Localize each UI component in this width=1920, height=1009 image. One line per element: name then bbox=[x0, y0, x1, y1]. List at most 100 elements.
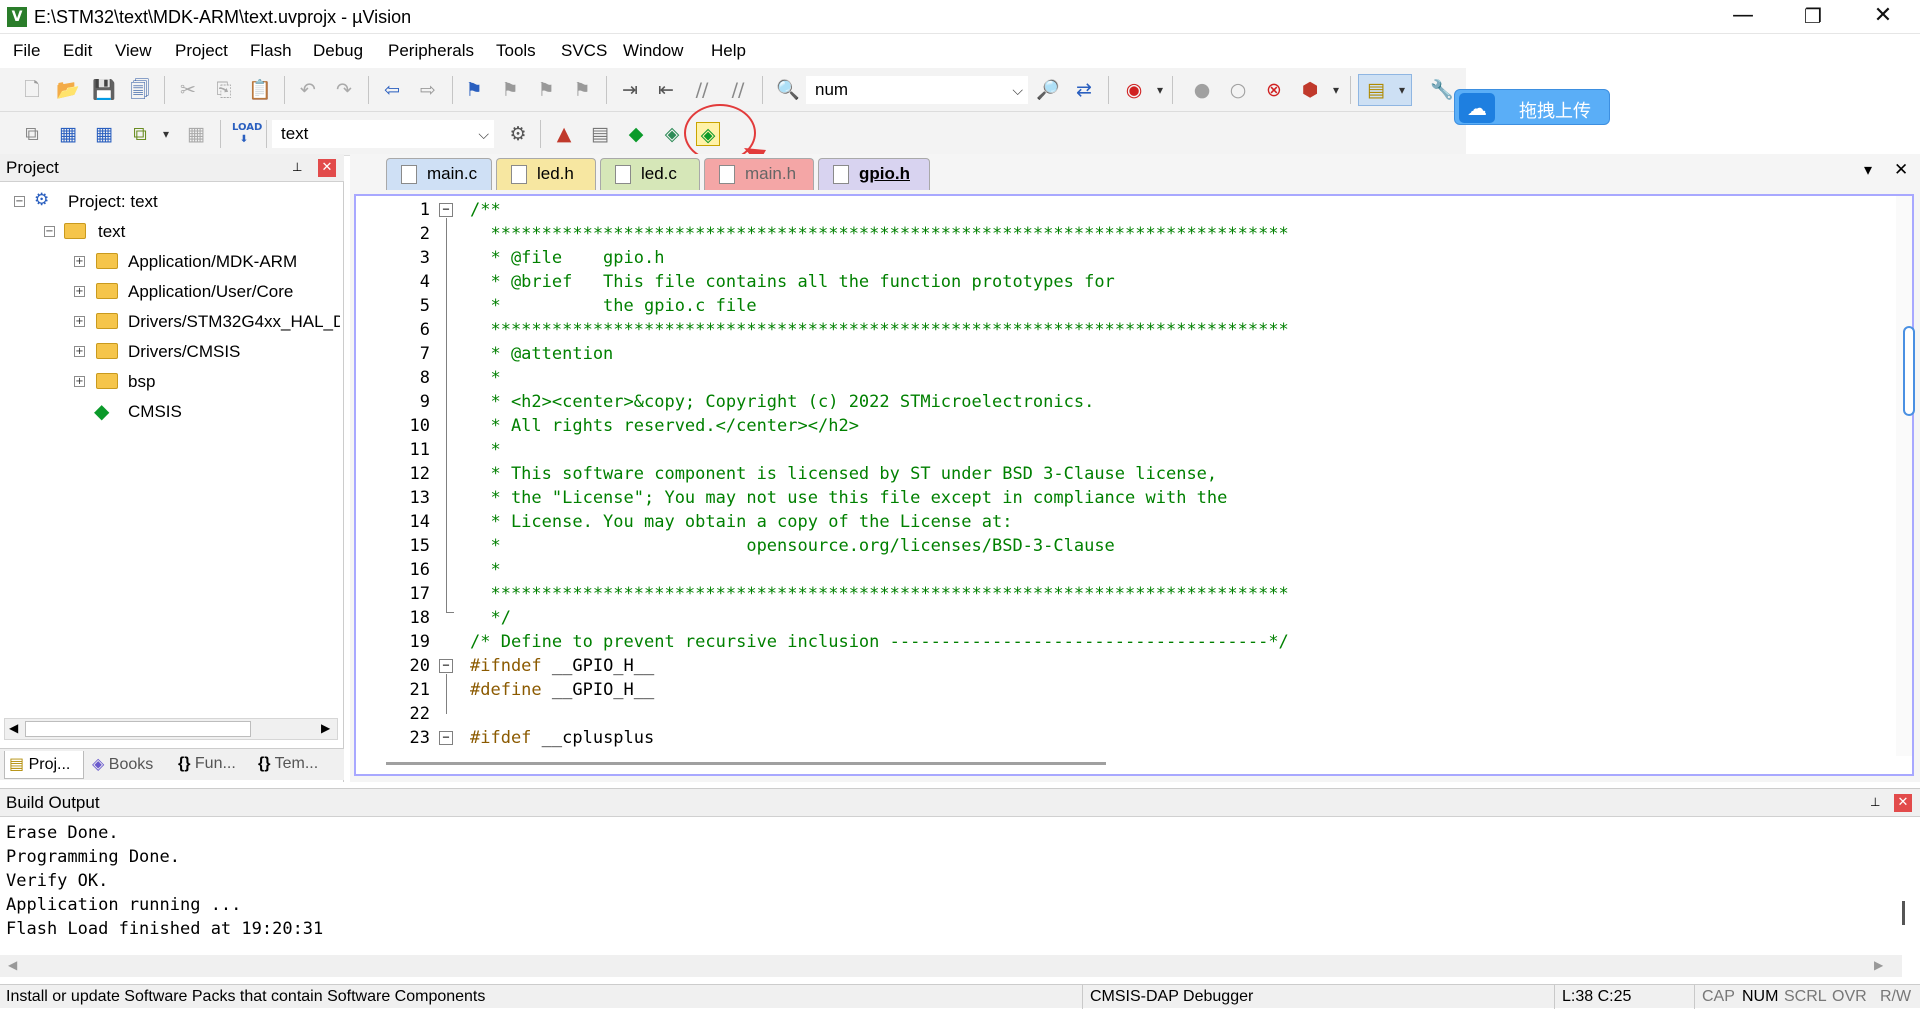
copy-icon[interactable]: ⎘ bbox=[212, 78, 236, 102]
menu-peripherals[interactable]: Peripherals bbox=[388, 41, 474, 61]
configure-icon[interactable]: 🔧 bbox=[1430, 78, 1454, 102]
translate-icon[interactable]: ⧉ bbox=[20, 122, 44, 146]
chevron-down-icon[interactable]: ▾ bbox=[1148, 78, 1172, 102]
breakpoint-kill-icon[interactable]: ⊗ bbox=[1262, 78, 1286, 102]
manage-components-icon[interactable]: ◆ bbox=[624, 122, 648, 146]
menu-view[interactable]: View bbox=[115, 41, 152, 61]
chevron-down-icon[interactable]: ▾ bbox=[1390, 78, 1414, 102]
tab-project[interactable]: ▤ Proj... bbox=[4, 751, 84, 779]
close-button[interactable]: ✕ bbox=[1848, 0, 1918, 34]
code-editor[interactable]: 1 2 3 4 5 6 7 8 9 10 11 12 13 14 15 16 1… bbox=[354, 194, 1915, 776]
file-extensions-icon[interactable]: ▤ bbox=[588, 122, 612, 146]
undo-icon[interactable]: ↶ bbox=[296, 78, 320, 102]
tab-books[interactable]: ◈ Books bbox=[88, 751, 172, 779]
pin-icon[interactable]: ⊥ bbox=[292, 160, 302, 174]
expand-icon[interactable]: + bbox=[74, 256, 85, 267]
close-icon[interactable]: ✕ bbox=[318, 159, 336, 177]
output-horizontal-scrollbar[interactable]: ◀ ▶ bbox=[0, 955, 1902, 977]
find-combo[interactable]: num ⌵ bbox=[806, 76, 1028, 104]
scrollbar-thumb[interactable] bbox=[1903, 326, 1915, 416]
build-icon[interactable]: ▦ bbox=[56, 122, 80, 146]
menu-edit[interactable]: Edit bbox=[63, 41, 92, 61]
menu-window[interactable]: Window bbox=[623, 41, 683, 61]
prev-bookmark-icon[interactable]: ⚑ bbox=[498, 78, 522, 102]
chevron-down-icon[interactable]: ⌵ bbox=[1012, 78, 1023, 104]
minimize-button[interactable]: — bbox=[1708, 0, 1778, 34]
tab-functions[interactable]: {} Fun... bbox=[174, 751, 252, 779]
menu-file[interactable]: File bbox=[13, 41, 40, 61]
scrollbar-thumb[interactable] bbox=[25, 721, 251, 737]
tab-main-h[interactable]: main.h bbox=[704, 158, 814, 190]
scroll-left-icon[interactable]: ◀ bbox=[8, 958, 17, 972]
indent-icon[interactable]: ⇥ bbox=[618, 78, 642, 102]
unindent-icon[interactable]: ⇤ bbox=[654, 78, 678, 102]
close-editor-icon[interactable]: ✕ bbox=[1894, 160, 1908, 180]
find-in-files-icon[interactable]: 🔍 bbox=[776, 78, 800, 102]
scroll-right-icon[interactable]: ▶ bbox=[1874, 958, 1883, 972]
menu-flash[interactable]: Flash bbox=[250, 41, 292, 61]
tab-gpio-h[interactable]: gpio.h bbox=[818, 158, 930, 190]
paste-icon[interactable]: 📋 bbox=[248, 78, 272, 102]
bookmark-icon[interactable]: ⚑ bbox=[462, 78, 486, 102]
clear-bookmarks-icon[interactable]: ⚑ bbox=[570, 78, 594, 102]
breakpoint-icon[interactable]: ● bbox=[1190, 78, 1214, 102]
manage-project-items-icon[interactable]: ▲ bbox=[552, 122, 576, 146]
tab-led-h[interactable]: led.h bbox=[496, 158, 596, 190]
expand-icon[interactable]: + bbox=[74, 286, 85, 297]
navigate-forward-icon[interactable]: ⇨ bbox=[416, 78, 440, 102]
output-vertical-scrollbar[interactable] bbox=[1902, 901, 1905, 925]
breakpoint-disable-icon[interactable]: ○ bbox=[1226, 78, 1250, 102]
window-layout-icon[interactable]: ▤ bbox=[1364, 78, 1388, 102]
menu-help[interactable]: Help bbox=[711, 41, 746, 61]
menu-debug[interactable]: Debug bbox=[313, 41, 363, 61]
rebuild-icon[interactable]: ▦ bbox=[92, 122, 116, 146]
breakpoint-options-icon[interactable]: ⬢ bbox=[1298, 78, 1322, 102]
download-icon[interactable]: LOAD ⬇ bbox=[232, 122, 262, 146]
tab-templates[interactable]: {} Tem... bbox=[254, 751, 340, 779]
expand-icon[interactable]: + bbox=[74, 316, 85, 327]
save-icon[interactable]: 💾 bbox=[92, 78, 116, 102]
expand-icon[interactable]: + bbox=[74, 376, 85, 387]
batch-build-icon[interactable]: ⧉ bbox=[128, 122, 152, 146]
close-icon[interactable]: ✕ bbox=[1894, 794, 1912, 812]
menu-svcs[interactable]: SVCS bbox=[561, 41, 607, 61]
fold-toggle[interactable]: − bbox=[439, 203, 453, 217]
chevron-down-icon[interactable]: ▾ bbox=[154, 122, 178, 146]
cloud-upload-button[interactable]: ☁ 拖拽上传 bbox=[1454, 89, 1610, 125]
uncomment-icon[interactable]: // bbox=[726, 78, 750, 102]
navigate-back-icon[interactable]: ⇦ bbox=[380, 78, 404, 102]
redo-icon[interactable]: ↷ bbox=[332, 78, 356, 102]
comment-icon[interactable]: // bbox=[690, 78, 714, 102]
save-all-icon[interactable]: 🗐 bbox=[128, 78, 152, 102]
scroll-right-icon[interactable]: ▶ bbox=[321, 721, 330, 735]
collapse-icon[interactable]: − bbox=[44, 226, 55, 237]
expand-icon[interactable]: + bbox=[74, 346, 85, 357]
menu-tools[interactable]: Tools bbox=[496, 41, 536, 61]
open-file-icon[interactable]: 📂 bbox=[56, 78, 80, 102]
scroll-left-icon[interactable]: ◀ bbox=[9, 721, 18, 735]
collapse-icon[interactable]: − bbox=[14, 196, 25, 207]
tree-item-group[interactable]: + Drivers/STM32G4xx_HAL_D bbox=[74, 310, 340, 336]
tab-list-dropdown[interactable]: ▾ bbox=[1864, 160, 1872, 179]
menu-project[interactable]: Project bbox=[175, 41, 228, 61]
debug-start-icon[interactable]: ◉ bbox=[1122, 78, 1146, 102]
fold-toggle[interactable]: − bbox=[439, 731, 453, 745]
editor-vertical-scrollbar[interactable] bbox=[1896, 196, 1912, 756]
select-packs-icon[interactable]: ◈ bbox=[660, 122, 684, 146]
project-horizontal-scrollbar[interactable]: ◀ ▶ bbox=[4, 718, 338, 740]
tab-led-c[interactable]: led.c bbox=[600, 158, 700, 190]
editor-horizontal-scrollbar[interactable] bbox=[386, 762, 1106, 765]
new-file-icon[interactable]: 🗋 bbox=[20, 78, 44, 102]
tab-main-c[interactable]: main.c bbox=[386, 158, 492, 190]
chevron-down-icon[interactable]: ▾ bbox=[1324, 78, 1348, 102]
fold-toggle[interactable]: − bbox=[439, 659, 453, 673]
pin-icon[interactable]: ⊥ bbox=[1870, 795, 1880, 809]
find-icon[interactable]: 🔎 bbox=[1036, 78, 1060, 102]
incremental-find-icon[interactable]: ⇄ bbox=[1072, 78, 1096, 102]
cut-icon[interactable]: ✂ bbox=[176, 78, 200, 102]
chevron-down-icon[interactable]: ⌵ bbox=[478, 122, 489, 148]
restore-button[interactable]: ❐ bbox=[1778, 0, 1848, 34]
next-bookmark-icon[interactable]: ⚑ bbox=[534, 78, 558, 102]
stop-build-icon[interactable]: ▦ bbox=[184, 122, 208, 146]
target-options-icon[interactable]: ⚙ bbox=[506, 122, 530, 146]
